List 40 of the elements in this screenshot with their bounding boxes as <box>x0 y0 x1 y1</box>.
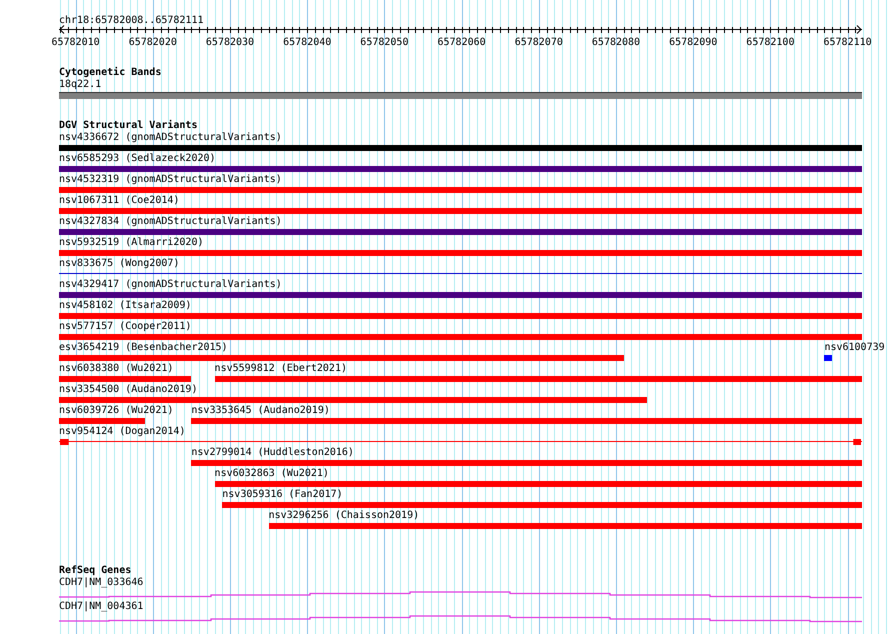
tick-label: 65782040 <box>283 37 332 48</box>
variant-label: nsv1067311 (Coe2014) <box>59 195 180 207</box>
tick-label: 65782100 <box>746 37 794 48</box>
variant-label: nsv577157 (Cooper2011) <box>59 321 192 333</box>
track-title: RefSeq Genes <box>59 565 132 577</box>
tick-label: 65782010 <box>52 37 100 48</box>
variant-label: nsv5599812 (Ebert2021) <box>214 363 347 375</box>
locus-label: chr18:65782008..65782111 <box>59 15 204 27</box>
variant-label: nsv6100739 <box>824 342 885 354</box>
track-title: DGV Structural Variants <box>59 120 198 132</box>
tick-label: 65782050 <box>360 37 408 48</box>
variant-label: nsv4532319 (gnomADStructuralVariants) <box>59 174 282 186</box>
variant-label: nsv954124 (Dogan2014) <box>59 426 186 438</box>
variant-label: nsv3296256 (Chaisson2019) <box>268 510 420 522</box>
variant-label: nsv2799014 (Huddleston2016) <box>191 447 354 459</box>
gene-label: CDH7|NM_033646 <box>59 577 144 589</box>
tick-label: 65782080 <box>592 37 640 48</box>
variant-label: nsv833675 (Wong2007) <box>59 258 180 270</box>
tick-label: 65782020 <box>128 37 177 48</box>
variant-label: nsv5932519 (Almarri2020) <box>59 237 204 249</box>
variant-label: nsv3059316 (Fan2017) <box>222 489 343 501</box>
tick-label: 65782110 <box>824 37 872 48</box>
tick-label: 65782030 <box>206 37 254 48</box>
variant-label: nsv4329417 (gnomADStructuralVariants) <box>59 279 282 291</box>
variant-label: nsv4327834 (gnomADStructuralVariants) <box>59 216 282 228</box>
variant-label: nsv458102 (Itsara2009) <box>59 300 192 312</box>
tick-label: 65782060 <box>438 37 486 48</box>
variant-label: esv3654219 (Besenbacher2015) <box>59 342 228 354</box>
variant-label: nsv6032863 (Wu2021) <box>214 468 329 480</box>
track-title: Cytogenetic Bands <box>59 67 162 79</box>
gene-label: CDH7|NM_004361 <box>59 601 144 613</box>
variant-label: nsv6039726 (Wu2021) <box>59 405 174 417</box>
variant-label: nsv6585293 (Sedlazeck2020) <box>59 153 216 165</box>
variant-label: nsv4336672 (gnomADStructuralVariants) <box>59 132 282 144</box>
variant-label: nsv3354500 (Audano2019) <box>59 384 198 396</box>
tick-label: 65782090 <box>669 37 718 48</box>
band-label: 18q22.1 <box>59 79 102 91</box>
tick-label: 65782070 <box>514 37 563 48</box>
variant-label: nsv3353645 (Audano2019) <box>191 405 330 417</box>
variant-label: nsv6038380 (Wu2021) <box>59 363 174 375</box>
